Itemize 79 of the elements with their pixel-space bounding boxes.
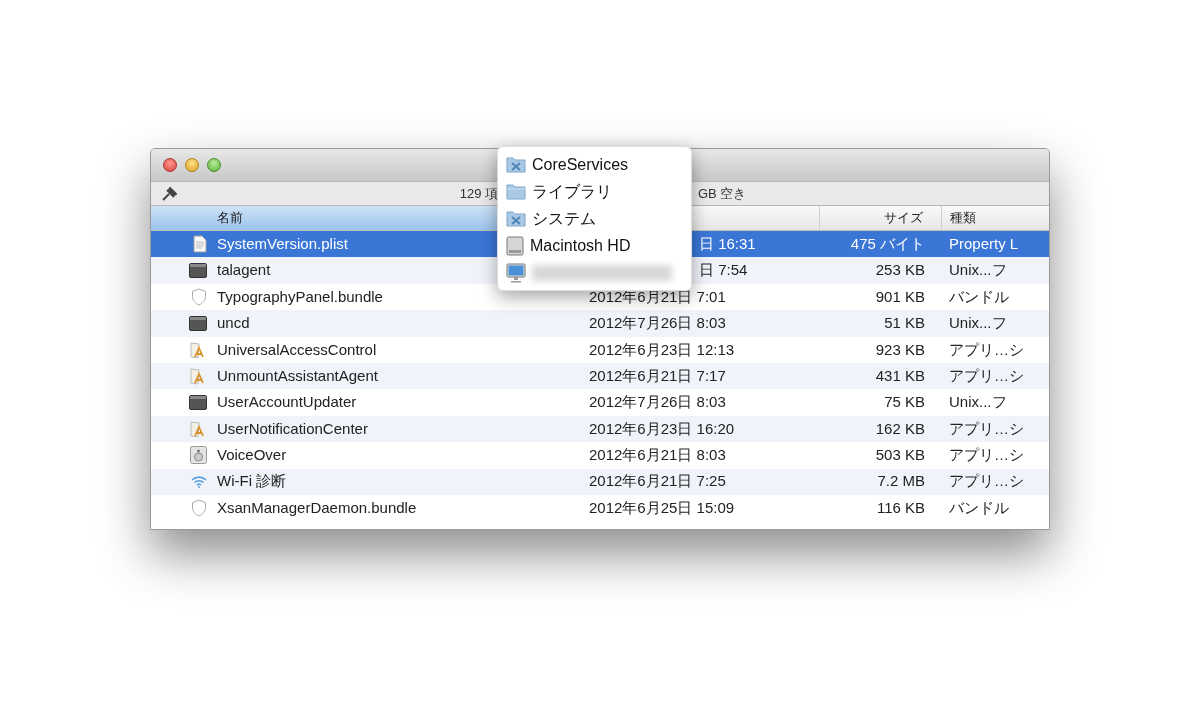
free-space: GB 空き xyxy=(698,184,748,203)
app-icon xyxy=(189,367,207,386)
date-modified: 2012年6月21日 8:03 xyxy=(589,446,726,464)
file-size: 923 KB xyxy=(875,339,925,360)
folder-icon xyxy=(506,183,526,200)
file-name: UnmountAssistantAgent xyxy=(217,365,378,386)
file-row[interactable]: UserNotificationCenter 2012年6月23日 16:20 162 KB アプリ…シ xyxy=(151,415,1049,443)
pin-icon[interactable] xyxy=(161,187,177,201)
shield-icon xyxy=(191,287,207,306)
monitor-icon xyxy=(506,262,526,283)
file-kind: Unix...フ xyxy=(949,393,1007,411)
file-size: 253 KB xyxy=(875,260,925,281)
file-row[interactable]: Wi-Fi 診断 2012年6月21日 7:25 7.2 MB アプリ…シ xyxy=(151,468,1049,495)
file-size: 75 KB xyxy=(884,392,925,413)
file-kind: Property L xyxy=(949,234,1019,252)
terminal-icon xyxy=(189,395,207,411)
file-size: 162 KB xyxy=(875,418,925,439)
date-modified: 日 7:54 xyxy=(699,261,748,279)
item-count: 129 項 xyxy=(458,184,499,203)
system-folder-icon xyxy=(506,210,526,227)
file-row[interactable]: XsanManagerDaemon.bundle 2012年6月25日 15:09 116 KB バンドル xyxy=(151,494,1049,522)
file-row[interactable]: UserAccountUpdater 2012年7月26日 8:03 75 KB Unix...フ xyxy=(151,389,1049,416)
app-icon xyxy=(189,340,207,359)
file-size: 475 バイト xyxy=(850,233,925,254)
path-menu-item[interactable]: Macintosh HD xyxy=(498,232,691,259)
date-modified: 2012年6月21日 7:01 xyxy=(589,287,726,305)
file-kind: Unix...フ xyxy=(949,314,1007,332)
file-row[interactable]: VoiceOver 2012年6月21日 8:03 503 KB アプリ…シ xyxy=(151,442,1049,469)
column-header[interactable]: 種類 xyxy=(941,206,1049,230)
zoom-button[interactable] xyxy=(207,158,221,172)
file-size: 7.2 MB xyxy=(877,471,925,492)
file-kind: アプリ…シ xyxy=(949,472,1024,490)
file-size: 431 KB xyxy=(875,365,925,386)
shield-icon xyxy=(191,499,207,518)
file-kind: アプリ…シ xyxy=(949,446,1024,464)
date-modified: 2012年6月21日 7:17 xyxy=(589,366,726,384)
file-name: uncd xyxy=(217,313,250,334)
file-row[interactable]: UniversalAccessControl 2012年6月23日 12:13 923 KB アプリ…シ xyxy=(151,336,1049,363)
close-button[interactable] xyxy=(163,158,177,172)
date-modified: 2012年6月23日 16:20 xyxy=(589,419,735,437)
file-kind: アプリ…シ xyxy=(949,419,1024,437)
terminal-icon xyxy=(189,315,207,331)
file-size: 503 KB xyxy=(875,445,925,466)
date-modified: 2012年6月25日 15:09 xyxy=(589,498,735,516)
file-name: UserNotificationCenter xyxy=(217,418,368,439)
date-modified: 2012年6月23日 12:13 xyxy=(589,340,735,358)
date-modified: 日 16:31 xyxy=(699,234,756,252)
file-name: SystemVersion.plist xyxy=(217,233,348,254)
file-kind: Unix...フ xyxy=(949,261,1007,279)
terminal-icon xyxy=(189,263,207,279)
file-name: XsanManagerDaemon.bundle xyxy=(217,497,417,518)
path-menu-item[interactable]: CoreServices xyxy=(498,151,691,178)
file-name: VoiceOver xyxy=(217,445,287,466)
date-modified: 2012年6月21日 7:25 xyxy=(589,472,726,490)
file-row[interactable]: uncd 2012年7月26日 8:03 51 KB Unix...フ xyxy=(151,310,1049,337)
document-icon xyxy=(193,235,207,254)
file-kind: バンドル xyxy=(949,498,1009,516)
file-name: talagent xyxy=(217,260,271,281)
hard-drive-icon xyxy=(506,235,524,256)
file-name: Wi-Fi 診断 xyxy=(217,471,287,492)
date-modified: 2012年7月26日 8:03 xyxy=(589,393,726,411)
file-size: 901 KB xyxy=(875,286,925,307)
date-modified: 2012年7月26日 8:03 xyxy=(589,314,726,332)
file-row[interactable]: UnmountAssistantAgent 2012年6月21日 7:17 431 KB アプリ…シ xyxy=(151,362,1049,390)
app-icon xyxy=(189,419,207,438)
path-menu-item[interactable]: ライブラリ xyxy=(498,178,691,205)
minimize-button[interactable] xyxy=(185,158,199,172)
file-kind: アプリ…シ xyxy=(949,340,1024,358)
file-kind: アプリ…シ xyxy=(949,366,1024,384)
column-header[interactable]: サイズ xyxy=(819,206,941,230)
file-name: TypographyPanel.bundle xyxy=(217,286,383,307)
file-size: 116 KB xyxy=(876,497,925,518)
file-name: UserAccountUpdater xyxy=(217,392,357,413)
file-size: 51 KB xyxy=(884,313,925,334)
wifi-icon xyxy=(191,475,207,488)
speaker-icon xyxy=(190,446,207,465)
file-kind: バンドル xyxy=(949,287,1009,305)
system-folder-icon xyxy=(506,156,526,173)
file-name: UniversalAccessControl xyxy=(217,339,377,360)
